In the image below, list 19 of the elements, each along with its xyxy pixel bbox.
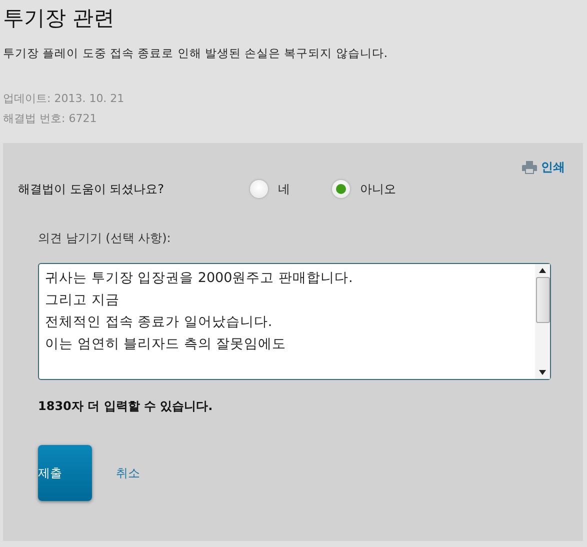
scrollbar[interactable] — [535, 264, 550, 379]
description: 투기장 플레이 도중 접속 종료로 인해 발생된 손실은 복구되지 않습니다. — [3, 46, 389, 61]
cancel-link[interactable]: 취소 — [116, 464, 140, 482]
option-label: 네 — [278, 180, 291, 198]
character-count: 1830자 더 입력할 수 있습니다. — [38, 398, 214, 415]
radio-button[interactable] — [250, 180, 268, 198]
comment-label: 의견 남기기 (선택 사항): — [38, 230, 172, 247]
radio-button[interactable] — [332, 180, 350, 198]
meta-text: 업데이트: 2013. 10. 21 — [3, 91, 124, 107]
printer-icon — [522, 161, 537, 174]
meta-text: 해결법 번호: 6721 — [3, 111, 97, 127]
print-link[interactable]: 인쇄 — [522, 159, 565, 176]
question-text: 해결법이 도움이 되셨나요? — [18, 180, 165, 198]
page-title: 투기장 관련 — [3, 5, 116, 32]
scroll-up-icon[interactable] — [539, 268, 546, 273]
comment-field[interactable]: 귀사는 투기장 입장권을 2000원주고 판매합니다. 그리고 지금 전체적인 접속 종료가 일어났습니다. 이는 엄연히 블리자드 측의 잘못임에도 — [38, 263, 551, 380]
scroll-down-icon[interactable] — [539, 370, 546, 375]
option-label: 아니오 — [360, 180, 396, 198]
submit-button[interactable]: 제출 — [38, 445, 92, 501]
